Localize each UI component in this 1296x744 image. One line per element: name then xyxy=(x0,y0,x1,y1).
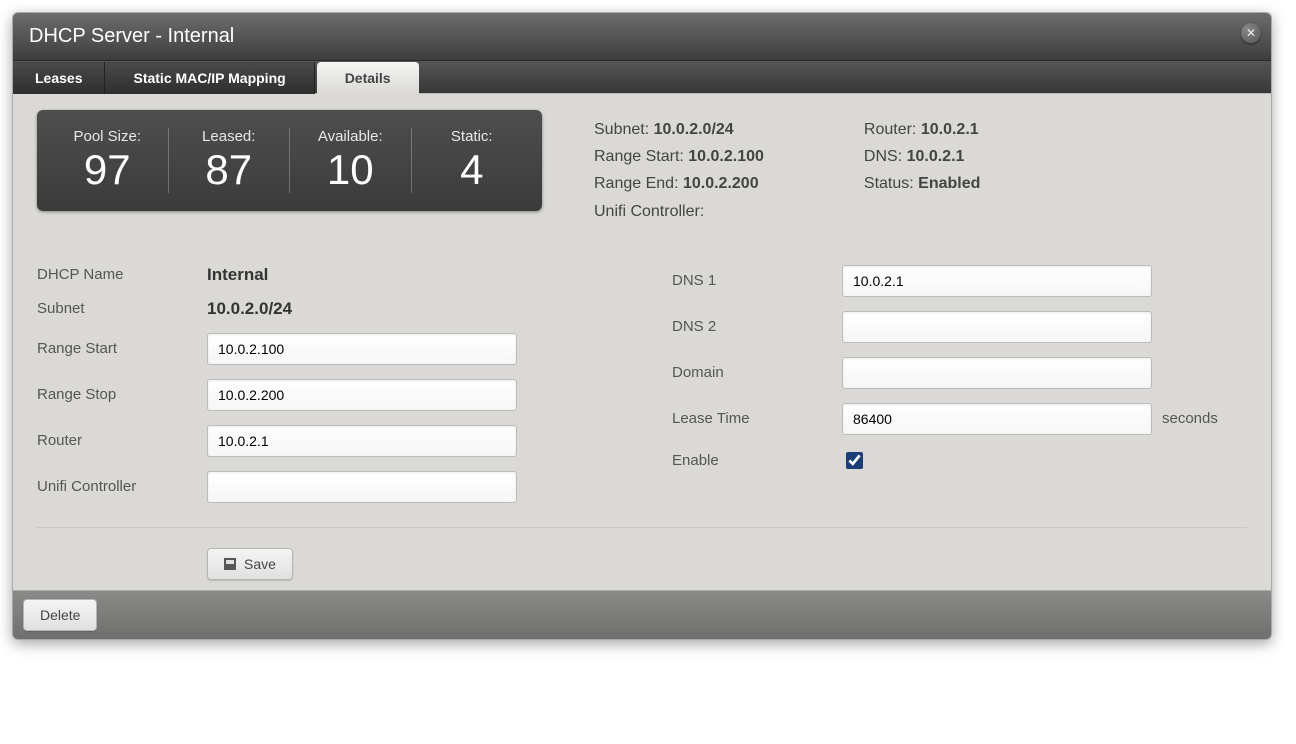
summary-unifi-label: Unifi Controller: xyxy=(594,203,704,220)
stat-leased-label: Leased: xyxy=(181,128,278,145)
tab-details[interactable]: Details xyxy=(317,62,419,94)
dhcpname-value: Internal xyxy=(207,265,268,285)
summary-dns-label: DNS: xyxy=(864,148,902,165)
subnet-label: Subnet xyxy=(37,300,207,317)
summary-rend: 10.0.2.200 xyxy=(683,175,759,192)
summary-status: Enabled xyxy=(918,175,980,192)
tab-static-mapping[interactable]: Static MAC/IP Mapping xyxy=(105,62,314,94)
summary-col-left: Subnet: 10.0.2.0/24 Range Start: 10.0.2.… xyxy=(594,116,764,225)
range-stop-label: Range Stop xyxy=(37,386,207,403)
unifi-input[interactable] xyxy=(207,471,517,503)
stat-pool-label: Pool Size: xyxy=(59,128,156,145)
stat-static-value: 4 xyxy=(424,147,521,193)
enable-checkbox[interactable] xyxy=(846,452,863,469)
dns1-label: DNS 1 xyxy=(672,272,842,289)
domain-input[interactable] xyxy=(842,357,1152,389)
stat-available-value: 10 xyxy=(302,147,399,193)
summary-col-right: Router: 10.0.2.1 DNS: 10.0.2.1 Status: E… xyxy=(864,116,981,225)
titlebar: DHCP Server - Internal ✕ xyxy=(13,13,1271,61)
close-button[interactable]: ✕ xyxy=(1241,23,1261,43)
summary-subnet-label: Subnet: xyxy=(594,121,649,138)
lease-time-input[interactable] xyxy=(842,403,1152,435)
subnet-value: 10.0.2.0/24 xyxy=(207,299,292,319)
router-input[interactable] xyxy=(207,425,517,457)
dns1-input[interactable] xyxy=(842,265,1152,297)
save-button[interactable]: Save xyxy=(207,548,293,580)
dialog-footer: Delete xyxy=(13,590,1271,639)
summary-status-label: Status: xyxy=(864,175,914,192)
stat-static-label: Static: xyxy=(424,128,521,145)
content-area: Pool Size: 97 Leased: 87 Available: 10 S… xyxy=(13,94,1271,590)
save-icon xyxy=(224,558,236,570)
stats-panel: Pool Size: 97 Leased: 87 Available: 10 S… xyxy=(37,110,542,211)
dns2-label: DNS 2 xyxy=(672,318,842,335)
tab-leases[interactable]: Leases xyxy=(13,62,105,94)
enable-label: Enable xyxy=(672,452,842,469)
delete-button-label: Delete xyxy=(40,607,80,623)
tab-bar: Leases Static MAC/IP Mapping Details xyxy=(13,61,1271,94)
stat-pool: Pool Size: 97 xyxy=(47,128,169,193)
stat-available: Available: 10 xyxy=(290,128,412,193)
summary-rstart-label: Range Start: xyxy=(594,148,684,165)
range-start-input[interactable] xyxy=(207,333,517,365)
domain-label: Domain xyxy=(672,364,842,381)
summary-rend-label: Range End: xyxy=(594,175,679,192)
dhcp-dialog: DHCP Server - Internal ✕ Leases Static M… xyxy=(12,12,1272,640)
lease-time-label: Lease Time xyxy=(672,410,842,427)
stat-pool-value: 97 xyxy=(59,147,156,193)
stat-leased: Leased: 87 xyxy=(169,128,291,193)
form-col-left: DHCP Name Internal Subnet 10.0.2.0/24 Ra… xyxy=(37,265,612,517)
stat-static: Static: 4 xyxy=(412,128,533,193)
delete-button[interactable]: Delete xyxy=(23,599,97,631)
lease-time-suffix: seconds xyxy=(1162,410,1218,427)
close-icon: ✕ xyxy=(1246,26,1256,40)
router-label: Router xyxy=(37,432,207,449)
summary-subnet: 10.0.2.0/24 xyxy=(654,121,734,138)
unifi-label: Unifi Controller xyxy=(37,478,207,495)
range-stop-input[interactable] xyxy=(207,379,517,411)
summary-rstart: 10.0.2.100 xyxy=(688,148,764,165)
summary-dns: 10.0.2.1 xyxy=(907,148,965,165)
dialog-title: DHCP Server - Internal xyxy=(29,25,234,47)
summary-router: 10.0.2.1 xyxy=(921,121,979,138)
form-area: DHCP Name Internal Subnet 10.0.2.0/24 Ra… xyxy=(37,225,1247,517)
form-col-right: DNS 1 DNS 2 Domain Lease Time seconds xyxy=(672,265,1247,517)
range-start-label: Range Start xyxy=(37,340,207,357)
dns2-input[interactable] xyxy=(842,311,1152,343)
stat-leased-value: 87 xyxy=(181,147,278,193)
stat-available-label: Available: xyxy=(302,128,399,145)
summary-router-label: Router: xyxy=(864,121,916,138)
save-button-label: Save xyxy=(244,556,276,572)
summary-panel: Subnet: 10.0.2.0/24 Range Start: 10.0.2.… xyxy=(594,110,980,225)
dhcpname-label: DHCP Name xyxy=(37,266,207,283)
